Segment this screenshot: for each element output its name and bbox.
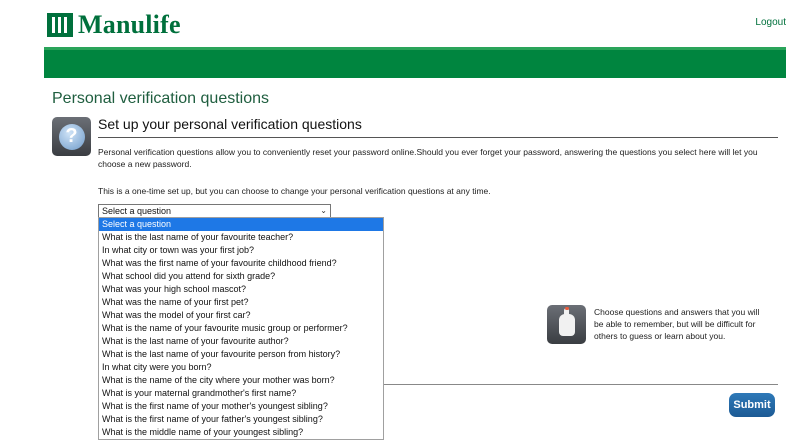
page-title: Personal verification questions [52, 90, 270, 107]
question-dropdown-list: Select a question What is the last name … [98, 217, 384, 440]
manulife-logo: Manulife [47, 10, 181, 40]
question-mark-icon: ? [52, 117, 91, 156]
section-heading: Set up your personal verification questi… [98, 116, 362, 132]
question-option[interactable]: What school did you attend for sixth gra… [99, 270, 383, 283]
question-option[interactable]: What is the name of your favourite music… [99, 322, 383, 335]
question-option[interactable]: In what city were you born? [99, 361, 383, 374]
question-option[interactable]: What is the last name of your favourite … [99, 335, 383, 348]
question-option[interactable]: What is your maternal grandmother's firs… [99, 387, 383, 400]
question-option[interactable]: What is the last name of your favourite … [99, 348, 383, 361]
chevron-down-icon: ⌄ [320, 206, 327, 215]
hand-pointer-icon [547, 305, 586, 344]
header-banner [44, 47, 786, 78]
question-option[interactable]: Select a question [99, 218, 383, 231]
question-option[interactable]: What was the name of your first pet? [99, 296, 383, 309]
manulife-logo-icon [47, 13, 73, 37]
question-select[interactable]: Select a question ⌄ [98, 204, 331, 218]
tip-text: Choose questions and answers that you wi… [594, 307, 760, 341]
question-option[interactable]: What was the model of your first car? [99, 309, 383, 322]
logout-link[interactable]: Logout [755, 17, 786, 28]
one-time-note: This is a one-time set up, but you can c… [98, 186, 491, 196]
question-option[interactable]: What is the last name of your favourite … [99, 231, 383, 244]
question-option[interactable]: What is the first name of your father's … [99, 413, 383, 426]
question-option[interactable]: What was the first name of your favourit… [99, 257, 383, 270]
question-option[interactable]: What is the middle name of your youngest… [99, 426, 383, 439]
brand-name: Manulife [78, 10, 181, 39]
question-option[interactable]: What was your high school mascot? [99, 283, 383, 296]
question-option[interactable]: In what city or town was your first job? [99, 244, 383, 257]
submit-button[interactable]: Submit [729, 393, 775, 417]
question-option[interactable]: What is the first name of your mother's … [99, 400, 383, 413]
question-option[interactable]: What is the name of the city where your … [99, 374, 383, 387]
heading-divider [98, 137, 778, 138]
intro-text: Personal verification questions allow yo… [98, 147, 758, 169]
bottom-divider [384, 384, 778, 385]
question-select-value: Select a question [102, 206, 172, 216]
